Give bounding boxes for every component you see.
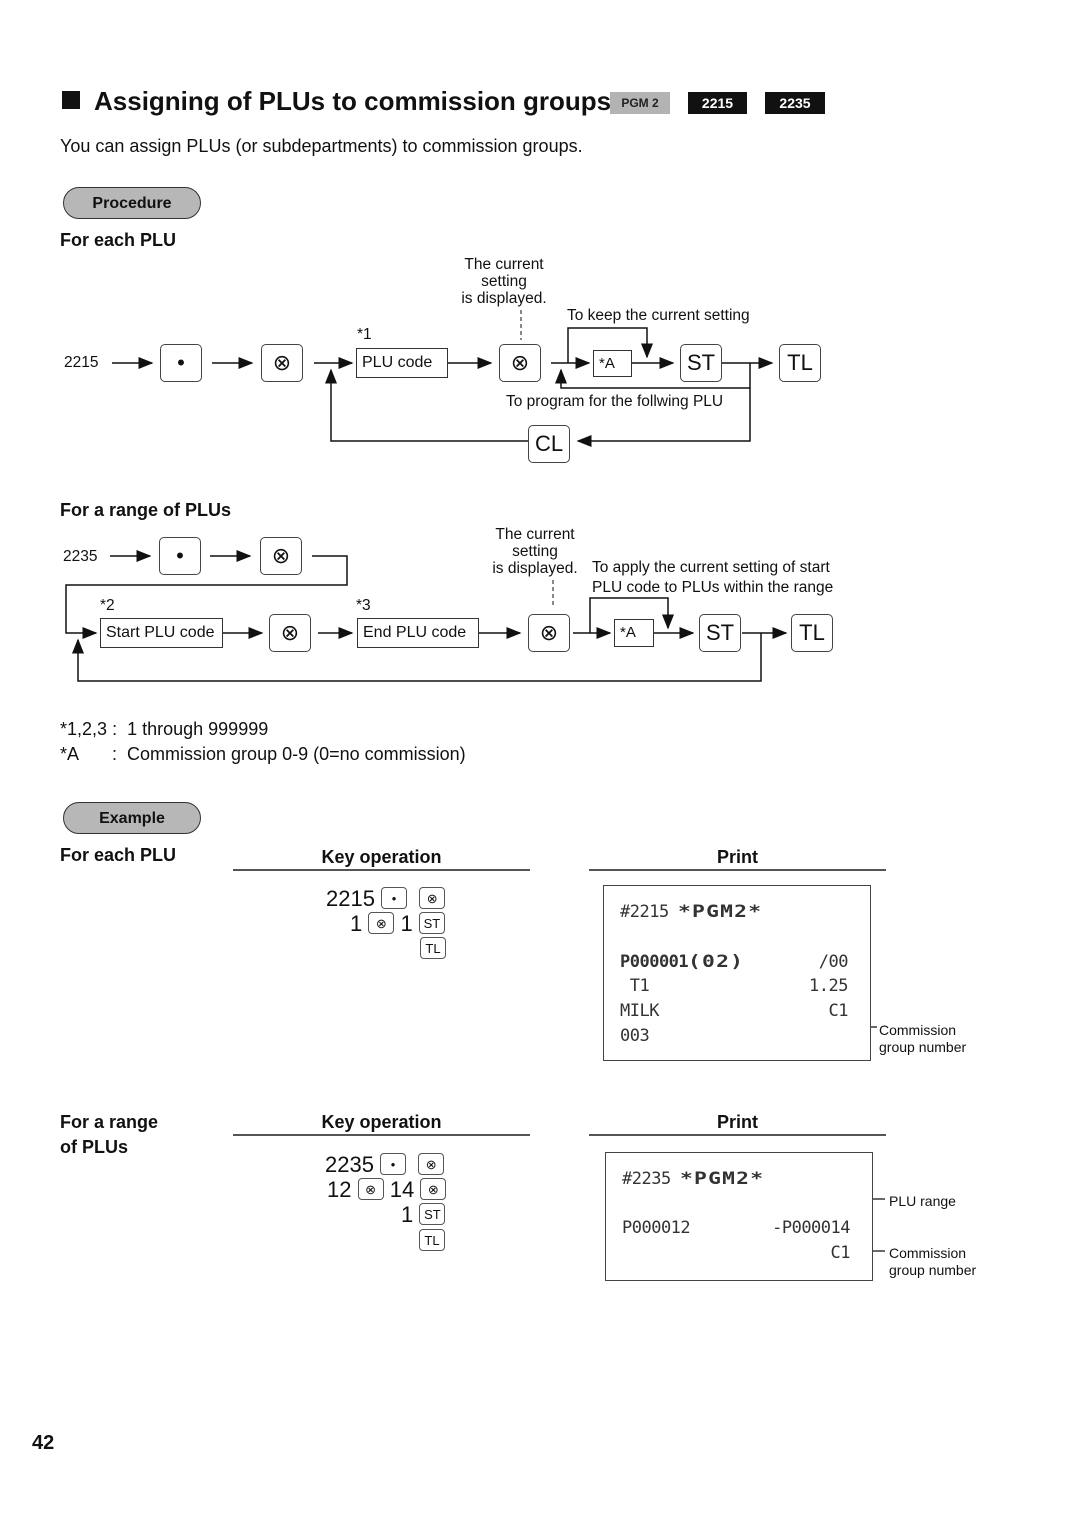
print-header: Print: [589, 1112, 886, 1136]
key-op-line: 1 ST: [401, 1202, 446, 1228]
tl-key: TL: [779, 344, 821, 382]
multiply-key: ⊗: [357, 1178, 384, 1200]
st-key: ST: [418, 912, 445, 934]
range-heading: For a range of PLUs: [60, 500, 232, 520]
range-end-value: -P000014: [772, 1218, 850, 1238]
key-op-line: 2215 • ⊗: [326, 886, 446, 912]
multiply-key: ⊗: [261, 344, 303, 382]
tl-key: TL: [419, 1229, 445, 1251]
plu-code-entry: PLU code: [356, 348, 448, 378]
multiply-key: ⊗: [418, 1153, 445, 1175]
print-header: Print: [589, 847, 886, 871]
footnote-commission-group: *A: Commission group 0-9 (0=no commissio…: [60, 744, 466, 764]
example-range-heading: For a range of PLUs: [60, 1112, 159, 1157]
keep-setting-note: To keep the current setting: [567, 307, 750, 324]
page-number: 42: [32, 1432, 55, 1454]
range-start-value: P000012: [622, 1218, 691, 1238]
tl-key: TL: [420, 937, 446, 959]
current-setting-note: The current setting is displayed.: [492, 526, 578, 577]
receipt-range: #2235 *PGM2* P000012 -P000014 C1: [605, 1152, 873, 1281]
key-op-line: TL: [419, 1228, 445, 1254]
key-operation-header: Key operation: [233, 847, 530, 871]
commission-group-callout: Commission group number: [889, 1245, 977, 1278]
tl-key: TL: [791, 614, 833, 652]
footnote-plu-range: *1,2,3 : 1 through 999999: [60, 719, 269, 739]
multiply-key: ⊗: [419, 887, 446, 909]
multiply-key: ⊗: [269, 614, 311, 652]
cl-key: CL: [528, 425, 570, 463]
st-key: ST: [680, 344, 722, 382]
example-label: Example: [63, 802, 201, 834]
start-plu-code-entry: Start PLU code: [100, 618, 223, 648]
point-key: •: [159, 537, 201, 575]
multiply-key: ⊗: [260, 537, 302, 575]
multiply-key: ⊗: [528, 614, 570, 652]
following-plu-note: To program for the follwing PLU: [506, 393, 724, 410]
key-op-line: 2235 • ⊗: [325, 1152, 445, 1178]
commission-group-value: C1: [828, 1001, 849, 1021]
commission-group-value: C1: [830, 1243, 851, 1263]
point-key: •: [160, 344, 202, 382]
point-key: •: [381, 887, 408, 909]
multiply-key: ⊗: [499, 344, 541, 382]
job-code-2235: 2235: [63, 548, 98, 565]
footnote-marker-1: *1: [357, 326, 372, 343]
key-operation-header: Key operation: [233, 1112, 530, 1136]
point-key: •: [380, 1153, 407, 1175]
receipt-each-plu: #2215 *PGM2* P000001(02) /00 T1 1.25 MIL…: [603, 885, 871, 1061]
key-op-line: 12 ⊗ 14 ⊗: [327, 1177, 447, 1203]
key-op-line: 1 ⊗ 1 ST: [350, 911, 445, 937]
footnote-marker-2: *2: [100, 597, 115, 614]
st-key: ST: [699, 614, 741, 652]
multiply-key: ⊗: [420, 1178, 447, 1200]
commission-group-entry: *A: [614, 619, 654, 647]
commission-group-entry: *A: [593, 350, 632, 377]
example-each-plu-heading: For each PLU: [60, 845, 177, 865]
footnote-marker-3: *3: [356, 597, 371, 614]
plu-range-callout: PLU range: [889, 1193, 956, 1209]
end-plu-code-entry: End PLU code: [357, 618, 479, 648]
job-code-2215: 2215: [64, 354, 99, 371]
current-setting-note: The current setting is displayed.: [461, 256, 547, 307]
apply-range-note: To apply the current setting of start PL…: [592, 559, 834, 596]
commission-group-callout: Commission group number: [879, 1022, 967, 1055]
key-op-line: TL: [420, 936, 446, 962]
multiply-key: ⊗: [368, 912, 395, 934]
st-key: ST: [419, 1203, 446, 1225]
